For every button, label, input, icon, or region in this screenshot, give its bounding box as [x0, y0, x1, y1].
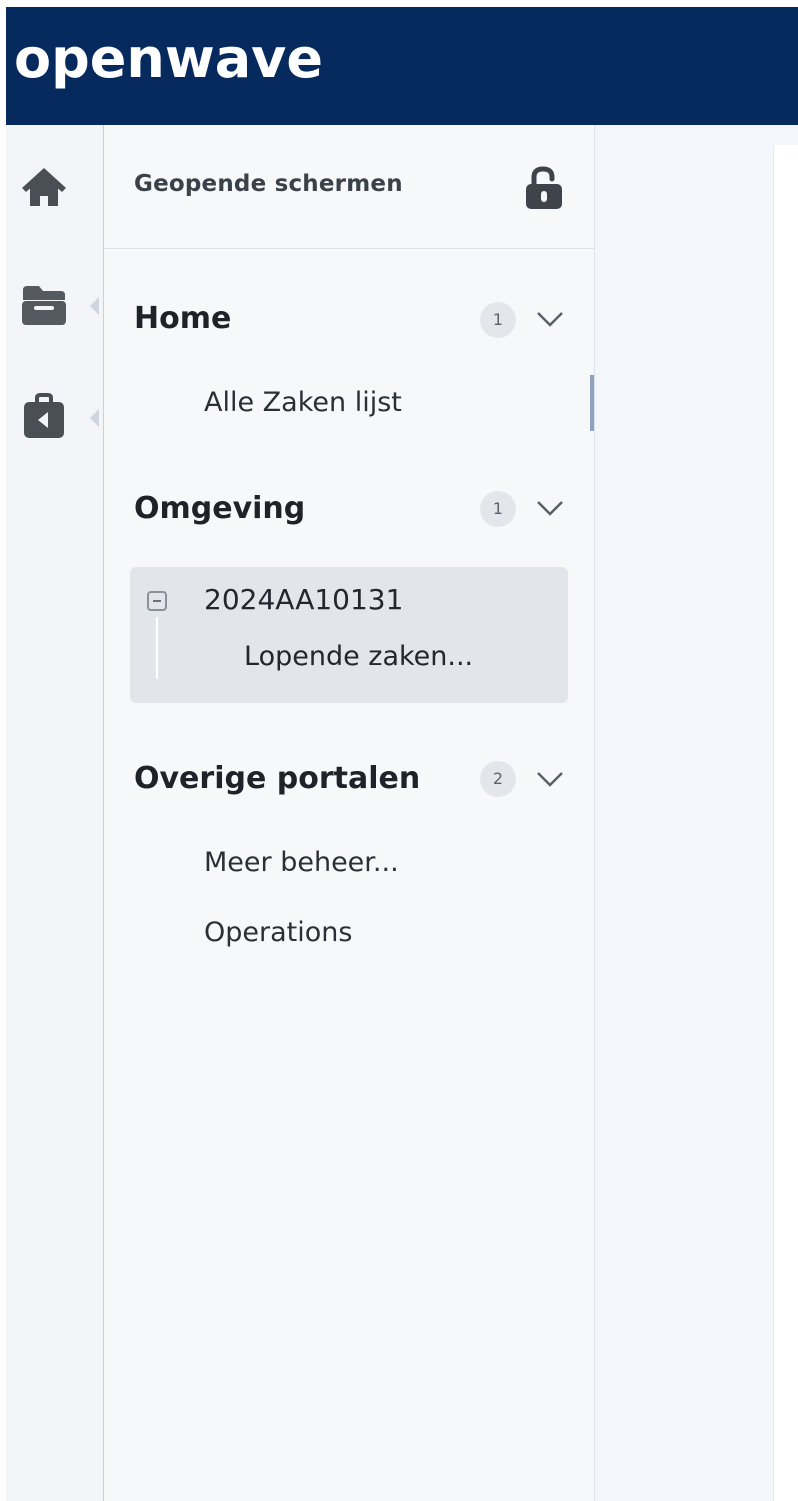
- panel-title: Geopende schermen: [134, 171, 403, 197]
- list-item[interactable]: Meer beheer...: [204, 847, 399, 878]
- folder-icon: [22, 286, 66, 325]
- tree-line: [156, 617, 158, 679]
- work-area: [596, 125, 798, 1501]
- collapse-icon[interactable]: [147, 591, 167, 611]
- section-title-overige-portalen[interactable]: Overige portalen: [134, 761, 420, 796]
- app-window: openwave Geopende schermen Home 1 Alle Z…: [6, 7, 798, 1501]
- content-card: [773, 145, 798, 1501]
- briefcase-flyout-arrow: [90, 409, 99, 427]
- lock-toggle-button[interactable]: [522, 165, 566, 211]
- folder-button[interactable]: [14, 275, 74, 335]
- chevron-down-icon[interactable]: [532, 301, 568, 337]
- top-bar: openwave: [6, 7, 798, 125]
- folder-flyout-arrow: [90, 297, 99, 315]
- section-title-omgeving[interactable]: Omgeving: [134, 491, 305, 526]
- open-screen-card[interactable]: 2024AA10131 Lopende zaken...: [130, 567, 568, 703]
- briefcase-icon: [24, 393, 64, 438]
- panel-header: Geopende schermen: [104, 125, 594, 249]
- card-subitem[interactable]: Lopende zaken...: [244, 641, 473, 672]
- card-title[interactable]: 2024AA10131: [204, 583, 403, 616]
- open-screens-panel: Geopende schermen Home 1 Alle Zaken lijs…: [104, 125, 595, 1501]
- chevron-down-icon[interactable]: [532, 490, 568, 526]
- section-title-home[interactable]: Home: [134, 301, 231, 336]
- active-indicator: [590, 375, 594, 431]
- openwave-logo[interactable]: openwave: [14, 19, 323, 99]
- count-badge-overige-portalen: 2: [480, 761, 516, 797]
- icon-rail: [6, 125, 104, 1501]
- count-badge-omgeving: 1: [480, 491, 516, 527]
- briefcase-button[interactable]: [14, 387, 74, 447]
- list-item[interactable]: Alle Zaken lijst: [204, 387, 402, 418]
- chevron-down-icon[interactable]: [532, 761, 568, 797]
- list-item[interactable]: Operations: [204, 917, 352, 948]
- count-badge-home: 1: [480, 302, 516, 338]
- unlock-icon: [526, 166, 562, 209]
- home-button[interactable]: [14, 159, 74, 219]
- home-icon: [22, 168, 66, 206]
